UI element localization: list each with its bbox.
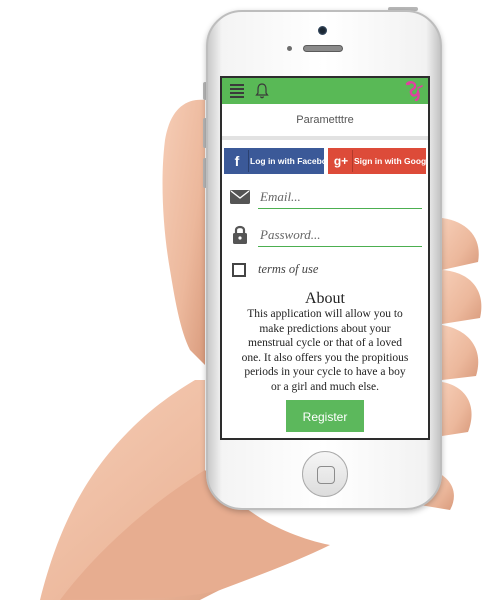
earpiece-speaker — [303, 45, 343, 52]
google-plus-icon: g+ — [330, 150, 353, 172]
google-signin-button[interactable]: g+ Sign in with Google — [328, 148, 428, 174]
hamburger-menu-icon[interactable] — [230, 84, 244, 98]
facebook-login-button[interactable]: f Log in with Facebook — [224, 148, 337, 174]
email-field-row — [230, 184, 426, 210]
facebook-login-label: Log in with Facebook — [250, 156, 337, 166]
google-signin-label: Sign in with Google — [354, 156, 430, 166]
about-description: This application will allow you to make … — [232, 307, 418, 395]
about-line: one. It also offers you the propitious — [241, 351, 409, 364]
about-line: periods in your cycle to have a boy — [244, 366, 406, 379]
register-button[interactable]: Register — [286, 400, 364, 432]
home-button[interactable] — [302, 451, 348, 497]
settings-header: Parametttre — [222, 104, 428, 140]
about-title: About — [305, 290, 345, 307]
about-line: menstrual cycle or that of a loved — [248, 337, 402, 350]
terms-checkbox[interactable] — [232, 263, 246, 277]
proximity-sensor — [287, 46, 292, 51]
app-screen: Parametttre f Log in with Facebook g+ Si… — [220, 76, 430, 440]
password-field-row — [230, 222, 426, 248]
envelope-icon — [230, 190, 250, 204]
page-title: Parametttre — [296, 114, 354, 126]
lock-icon — [233, 225, 247, 244]
password-field[interactable] — [258, 224, 422, 247]
top-app-bar — [222, 78, 428, 104]
facebook-icon: f — [226, 150, 249, 172]
about-line: or a girl and much else. — [271, 380, 379, 393]
email-field[interactable] — [258, 186, 422, 209]
bell-icon[interactable] — [255, 83, 269, 99]
about-line: make predictions about your — [259, 322, 391, 335]
about-line: This application will allow you to — [247, 308, 403, 320]
front-camera — [318, 26, 327, 35]
terms-of-use-label[interactable]: terms of use — [258, 262, 318, 277]
pink-seahorse-logo-icon — [405, 81, 423, 102]
